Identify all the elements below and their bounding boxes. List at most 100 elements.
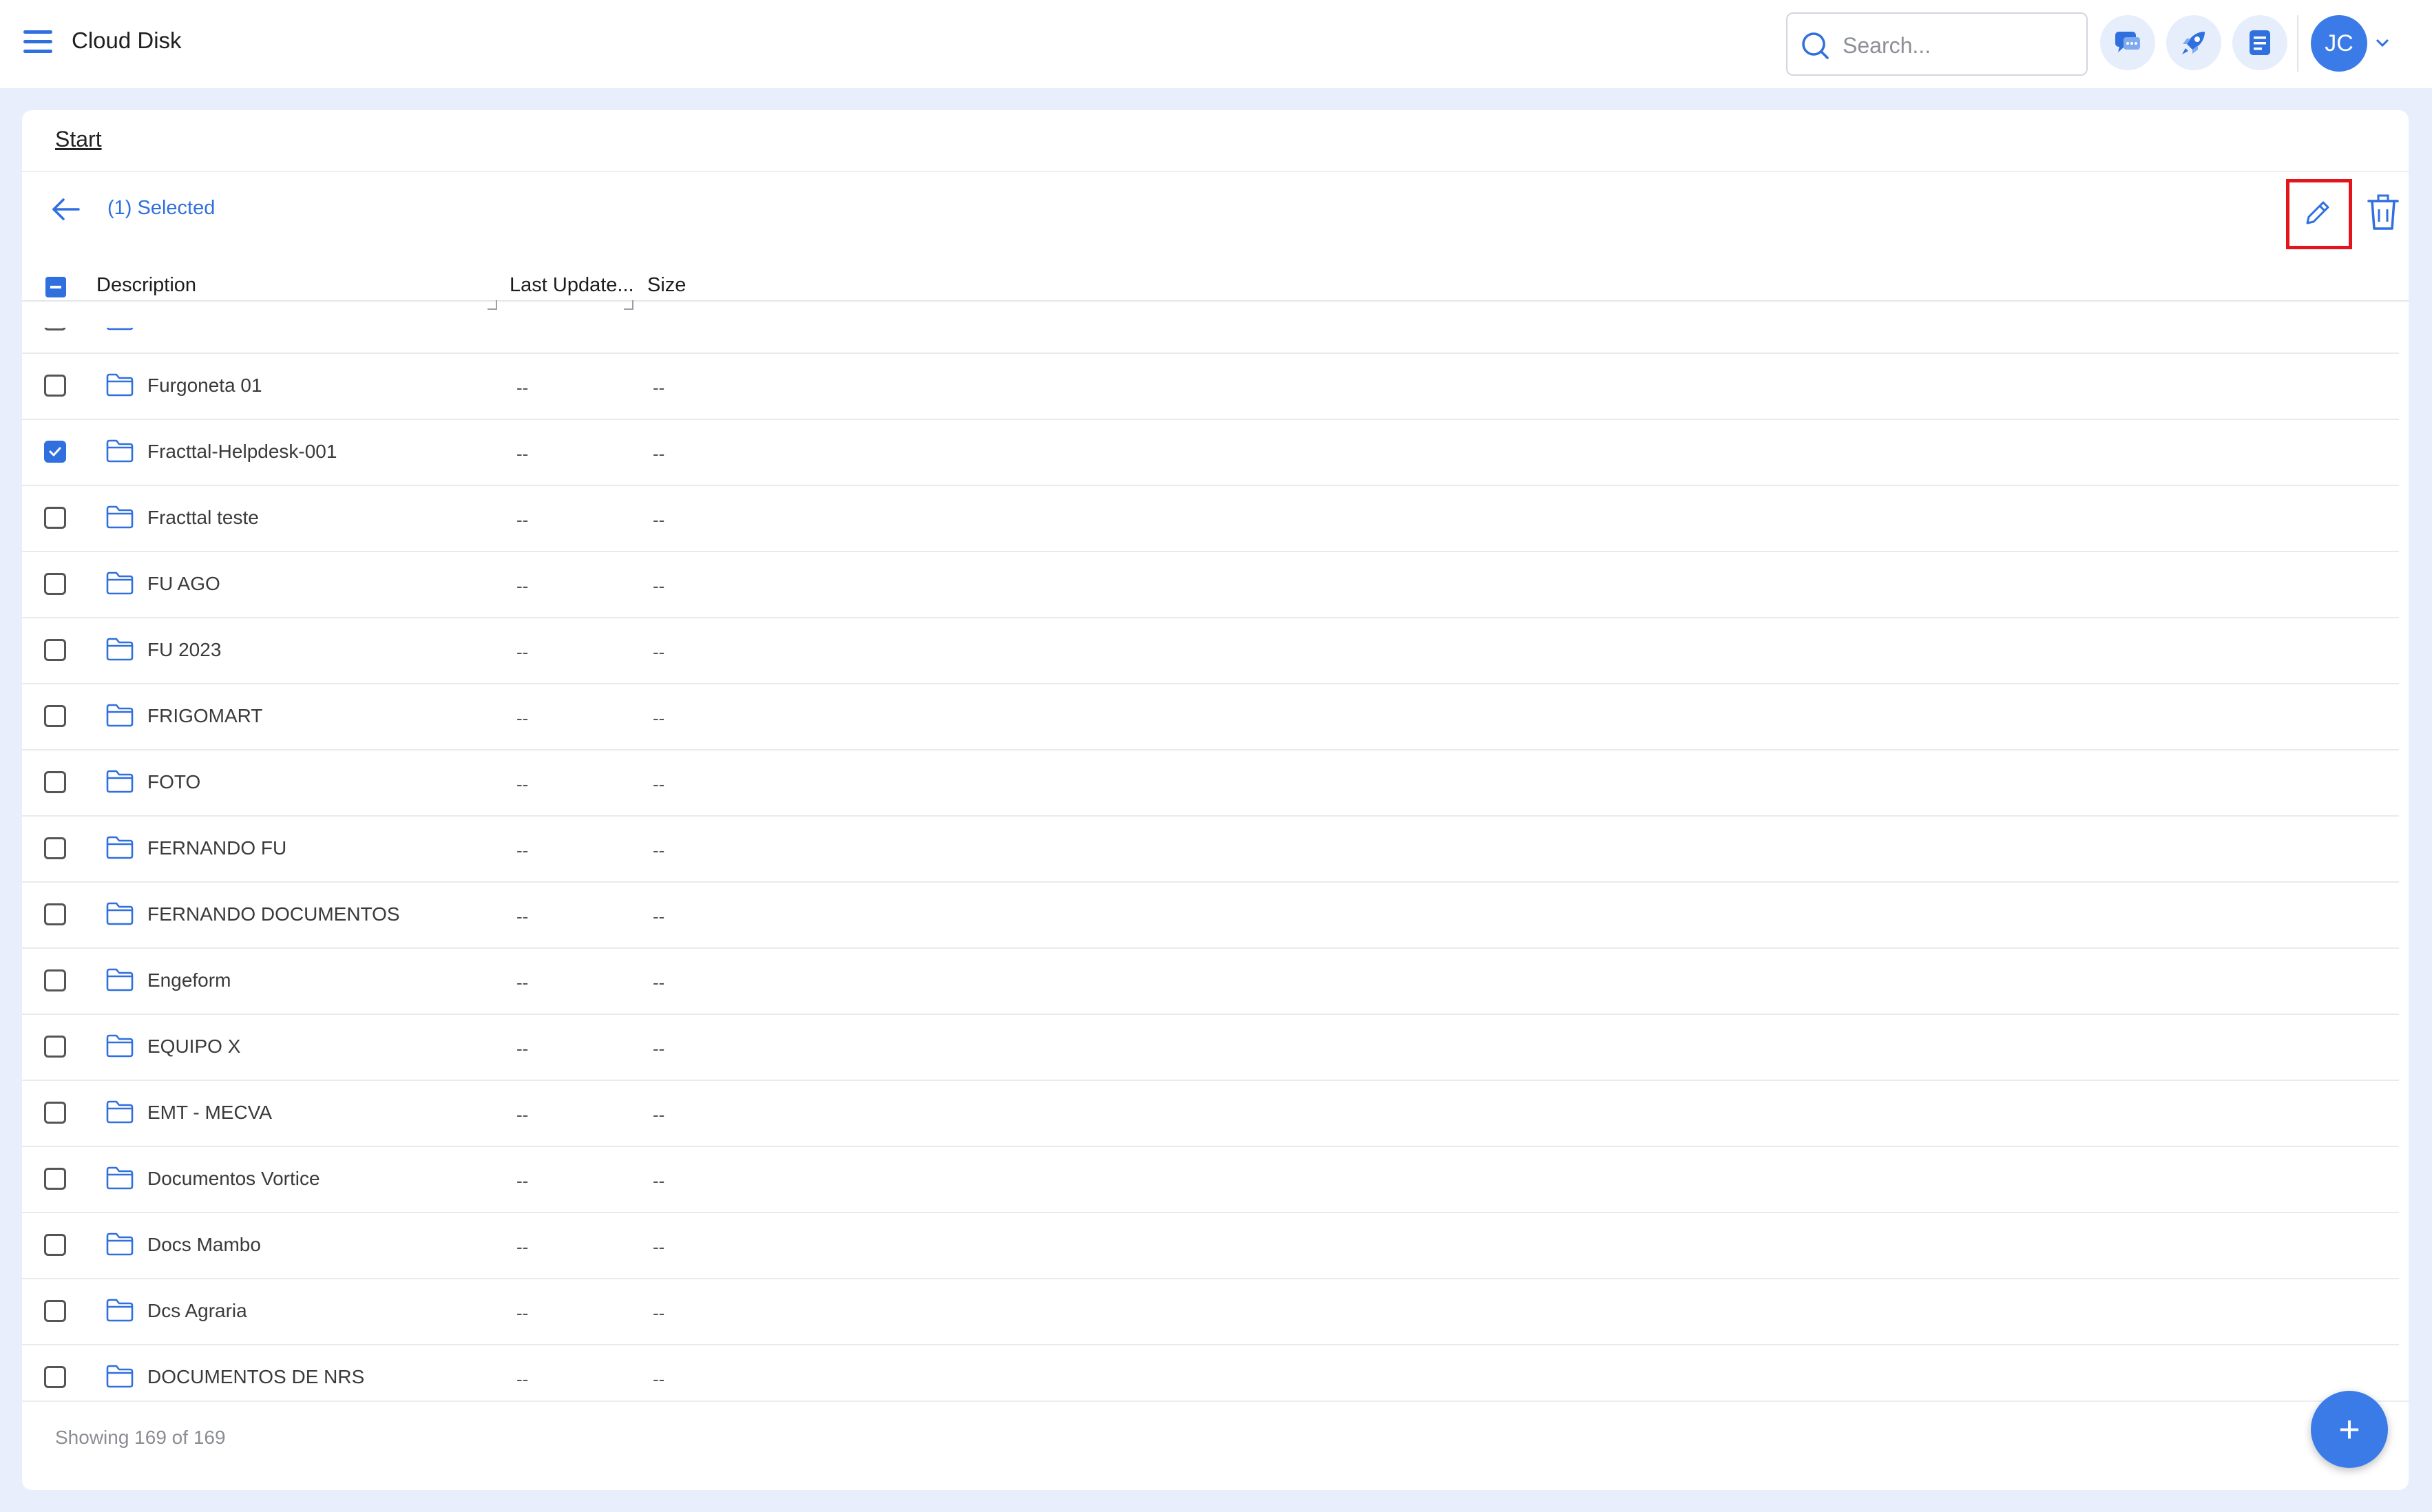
row-checkbox[interactable] <box>44 771 66 793</box>
folder-name[interactable]: Documentos Vortice <box>147 1168 320 1190</box>
folder-name[interactable]: Fracttal teste <box>147 507 259 529</box>
folder-name[interactable]: FOTO <box>147 771 200 793</box>
row-checkbox[interactable] <box>44 837 66 859</box>
folder-icon <box>106 373 134 397</box>
folder-icon <box>106 1232 134 1256</box>
last-update-value: -- <box>516 972 529 993</box>
table-row[interactable]: FERNANDO DOCUMENTOS -- -- <box>22 881 2399 949</box>
table-row[interactable]: GLOBAL GROUP -- -- <box>22 328 2399 354</box>
column-size[interactable]: Size <box>647 274 686 297</box>
row-checkbox[interactable] <box>44 573 66 595</box>
add-button[interactable]: + <box>2311 1391 2388 1468</box>
row-checkbox[interactable] <box>44 903 66 925</box>
folder-name[interactable]: GLOBAL GROUP <box>147 328 300 330</box>
size-value: -- <box>653 840 665 861</box>
document-button[interactable] <box>2232 15 2287 70</box>
size-value: -- <box>653 642 665 662</box>
avatar[interactable]: JC <box>2311 15 2367 72</box>
table-row[interactable]: FOTO -- -- <box>22 749 2399 817</box>
table-row[interactable]: FERNANDO FU -- -- <box>22 815 2399 883</box>
table-body: GLOBAL GROUP -- -- Furgoneta 01 -- -- Fracttal… <box>22 328 2399 1396</box>
folder-icon <box>106 1365 134 1388</box>
trash-icon[interactable] <box>2365 193 2402 233</box>
table-row[interactable]: Fracttal-Helpdesk-001 -- -- <box>22 419 2399 486</box>
folder-name[interactable]: Fracttal-Helpdesk-001 <box>147 441 337 463</box>
row-checkbox[interactable] <box>44 1366 66 1388</box>
size-value: -- <box>653 510 665 530</box>
menu-icon[interactable] <box>23 30 52 58</box>
search-input[interactable] <box>1841 28 2078 63</box>
table-row[interactable]: Documentos Vortice -- -- <box>22 1146 2399 1213</box>
folder-name[interactable]: EQUIPO X <box>147 1036 240 1058</box>
row-checkbox[interactable] <box>44 1168 66 1190</box>
top-bar: Cloud Disk JC <box>0 0 2432 88</box>
size-value: -- <box>653 1104 665 1125</box>
column-resize-handle[interactable] <box>624 300 633 310</box>
row-checkbox[interactable] <box>44 1300 66 1322</box>
folder-name[interactable]: FERNANDO FU <box>147 837 286 859</box>
last-update-value: -- <box>516 377 529 398</box>
table-row[interactable]: Fracttal teste -- -- <box>22 485 2399 552</box>
folder-icon <box>106 1166 134 1190</box>
folder-name[interactable]: Docs Mambo <box>147 1234 261 1256</box>
row-checkbox[interactable] <box>44 1036 66 1058</box>
table-row[interactable]: FRIGOMART -- -- <box>22 683 2399 750</box>
last-update-value: -- <box>516 1170 529 1191</box>
size-value: -- <box>653 906 665 927</box>
row-checkbox[interactable] <box>44 328 66 330</box>
column-resize-handle[interactable] <box>488 300 497 310</box>
table-row[interactable]: Furgoneta 01 -- -- <box>22 353 2399 420</box>
row-checkbox[interactable] <box>44 507 66 529</box>
rocket-button[interactable] <box>2166 15 2221 70</box>
last-update-value: -- <box>516 1369 529 1389</box>
select-all-checkbox[interactable] <box>45 277 66 297</box>
size-value: -- <box>653 1038 665 1059</box>
folder-name[interactable]: Furgoneta 01 <box>147 375 262 397</box>
row-checkbox[interactable] <box>44 375 66 397</box>
selection-count: (1) Selected <box>107 197 216 219</box>
folder-name[interactable]: DOCUMENTOS DE NRS <box>147 1366 364 1388</box>
table-row[interactable]: Engeform -- -- <box>22 947 2399 1015</box>
arrow-left-icon[interactable] <box>48 194 83 224</box>
table-row[interactable]: FU 2023 -- -- <box>22 617 2399 684</box>
breadcrumb-start[interactable]: Start <box>55 127 102 152</box>
size-value: -- <box>653 1237 665 1257</box>
folder-name[interactable]: FU 2023 <box>147 639 221 661</box>
size-value: -- <box>653 1303 665 1323</box>
last-update-value: -- <box>516 1038 529 1059</box>
size-value: -- <box>653 443 665 464</box>
last-update-value: -- <box>516 1303 529 1323</box>
last-update-value: -- <box>516 774 529 795</box>
size-value: -- <box>653 774 665 795</box>
row-checkbox[interactable] <box>44 1234 66 1256</box>
size-value: -- <box>653 708 665 728</box>
chat-button[interactable] <box>2100 15 2155 70</box>
size-value: -- <box>653 328 664 333</box>
row-checkbox[interactable] <box>44 639 66 661</box>
row-checkbox[interactable] <box>44 705 66 727</box>
table-row[interactable]: FU AGO -- -- <box>22 551 2399 618</box>
folder-name[interactable]: FRIGOMART <box>147 705 262 727</box>
chevron-down-icon[interactable] <box>2374 36 2391 50</box>
table-row[interactable]: Dcs Agraria -- -- <box>22 1278 2399 1345</box>
row-checkbox[interactable] <box>44 1102 66 1124</box>
table-row[interactable]: Docs Mambo -- -- <box>22 1212 2399 1279</box>
folder-icon <box>106 505 134 529</box>
table-row[interactable]: EMT - MECVA -- -- <box>22 1080 2399 1147</box>
last-update-value: -- <box>516 576 529 596</box>
row-checkbox[interactable] <box>44 441 66 463</box>
folder-name[interactable]: Dcs Agraria <box>147 1300 247 1322</box>
folder-name[interactable]: EMT - MECVA <box>147 1102 272 1124</box>
column-description[interactable]: Description <box>96 274 196 297</box>
column-last-update[interactable]: Last Update... <box>510 274 634 297</box>
table-row[interactable]: EQUIPO X -- -- <box>22 1014 2399 1081</box>
folder-name[interactable]: FU AGO <box>147 573 220 595</box>
row-checkbox[interactable] <box>44 969 66 991</box>
table-row[interactable]: DOCUMENTOS DE NRS -- -- <box>22 1344 2399 1396</box>
rocket-icon <box>2182 32 2205 54</box>
document-icon <box>2250 30 2270 55</box>
folder-name[interactable]: Engeform <box>147 969 231 991</box>
folder-name[interactable]: FERNANDO DOCUMENTOS <box>147 903 400 925</box>
search-box[interactable] <box>1786 12 2088 76</box>
edit-button[interactable] <box>2289 182 2347 244</box>
